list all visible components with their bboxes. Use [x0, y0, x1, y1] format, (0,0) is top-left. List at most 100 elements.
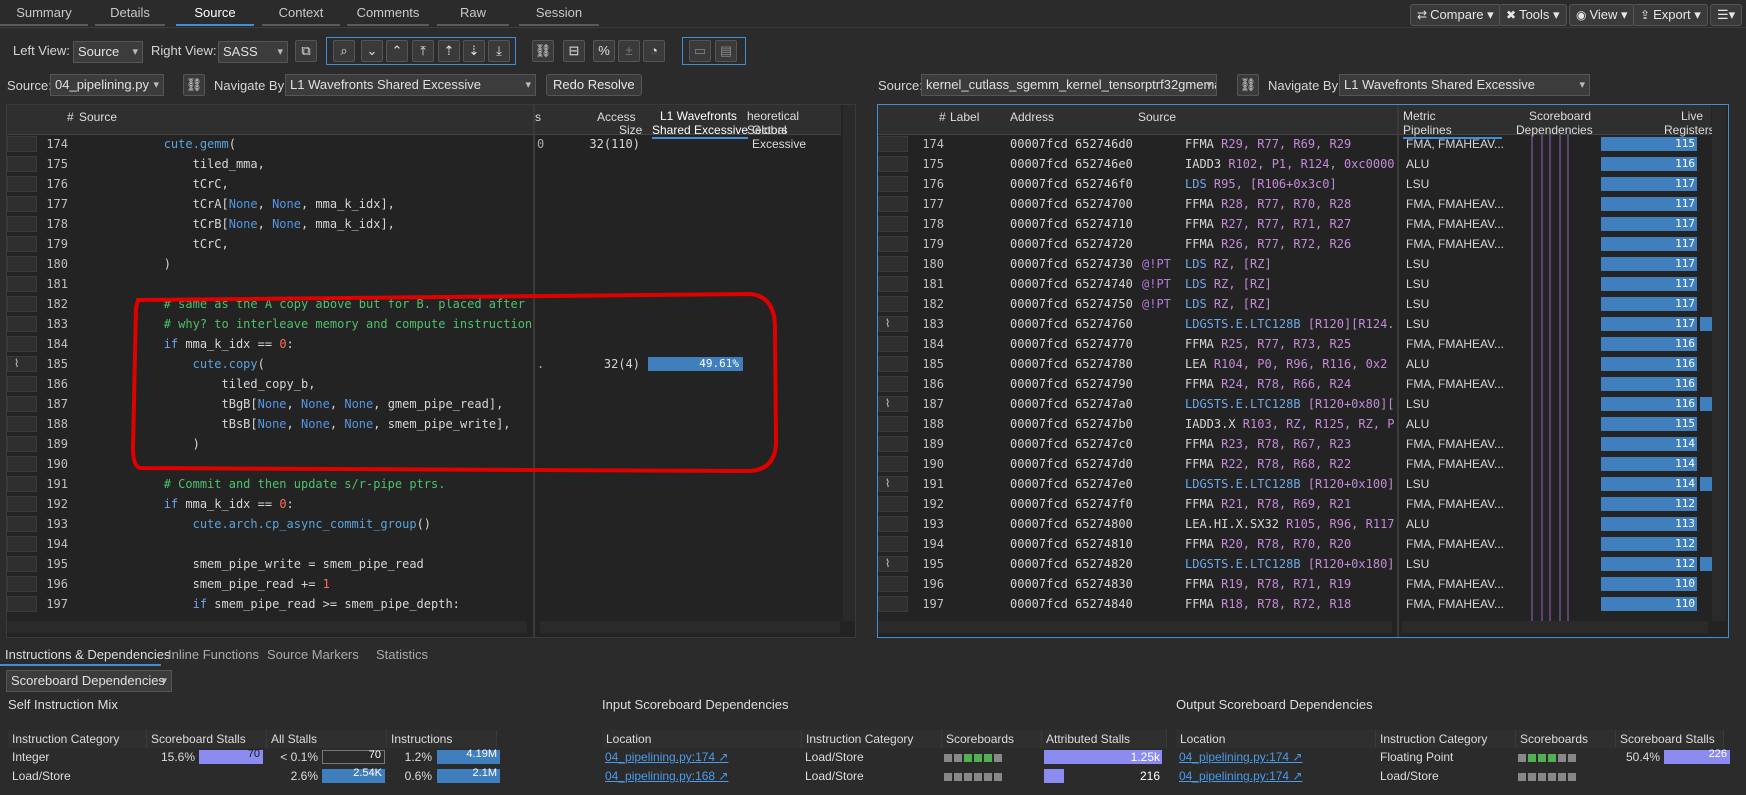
tab-inline-functions[interactable]: Inline Functions	[168, 646, 259, 664]
sass-line[interactable]: 177 00007fcd 65274700 FFMA R28, R77, R70, …	[878, 195, 1712, 213]
gutter-cell[interactable]	[7, 376, 37, 392]
gutter-cell[interactable]	[7, 336, 37, 352]
sass-line[interactable]: 178 00007fcd 65274710 FFMA R27, R77, R71, …	[878, 215, 1712, 233]
gutter-cell[interactable]	[878, 236, 908, 252]
right-navigate-select[interactable]: L1 Wavefronts Shared Excessive	[1339, 74, 1590, 96]
gutter-cell[interactable]	[7, 516, 37, 532]
gutter-cell[interactable]	[878, 356, 908, 372]
table-header[interactable]: Scoreboards	[1516, 730, 1616, 748]
chart-icon[interactable]: ⌇	[885, 475, 890, 493]
sass-line[interactable]: 188 00007fcd 652747b0 IADD3.X R103, RZ, R1…	[878, 415, 1712, 433]
gutter-cell[interactable]: ⌇	[878, 476, 908, 492]
gutter-cell[interactable]	[878, 536, 908, 552]
gutter-cell[interactable]	[7, 136, 37, 152]
source-line[interactable]: 178 tCrB[None, None, mma_k_idx],	[7, 215, 843, 233]
right-view-select[interactable]: SASS	[218, 41, 288, 63]
source-line[interactable]: 176 tCrC,	[7, 175, 843, 193]
search-icon[interactable]: ⌕	[333, 40, 355, 62]
tab-raw[interactable]: Raw	[437, 0, 509, 26]
view-button[interactable]: ◉ View ▾	[1569, 4, 1635, 26]
gutter-cell[interactable]	[878, 136, 908, 152]
horizontal-scrollbar-metrics[interactable]	[1402, 621, 1708, 633]
source-line[interactable]: 179 tCrC,	[7, 235, 843, 253]
sass-line[interactable]: 180 00007fcd 65274730 @!PT LDS RZ, [RZ] LSU 1…	[878, 255, 1712, 273]
gutter-cell[interactable]	[7, 296, 37, 312]
chart-icon[interactable]: ⌇	[14, 355, 19, 373]
location-link[interactable]: 04_pipelining.py:168 ↗	[605, 767, 795, 785]
sass-line[interactable]: 186 00007fcd 65274790 FFMA R24, R78, R66, …	[878, 375, 1712, 393]
sass-line[interactable]: 175 00007fcd 652746e0 IADD3 R102, P1, R124…	[878, 155, 1712, 173]
gutter-cell[interactable]	[7, 476, 37, 492]
gutter-cell[interactable]	[7, 256, 37, 272]
gutter-cell[interactable]	[7, 456, 37, 472]
gutter-cell[interactable]	[7, 496, 37, 512]
menu-button[interactable]: ☰▾	[1710, 4, 1743, 26]
source-line[interactable]: 177 tCrA[None, None, mma_k_idx],	[7, 195, 843, 213]
tab-comments[interactable]: Comments	[347, 0, 429, 26]
location-link[interactable]: 04_pipelining.py:174 ↗	[605, 748, 795, 766]
pie-icon[interactable]: ◔	[643, 40, 665, 62]
sass-line[interactable]: ⌇ 183 00007fcd 65274760 LDGSTS.E.LTC128B [R…	[878, 315, 1712, 333]
gutter-cell[interactable]	[878, 156, 908, 172]
source-line[interactable]: 196 smem_pipe_read += 1	[7, 575, 843, 593]
gutter-cell[interactable]	[878, 596, 908, 612]
sass-line[interactable]: ⌇ 187 00007fcd 652747a0 LDGSTS.E.LTC128B [R…	[878, 395, 1712, 413]
sass-line[interactable]: 196 00007fcd 65274830 FFMA R19, R78, R71, …	[878, 575, 1712, 593]
gutter-cell[interactable]	[7, 156, 37, 172]
gutter-cell[interactable]	[7, 416, 37, 432]
gutter-cell[interactable]	[7, 176, 37, 192]
gutter-cell[interactable]	[7, 576, 37, 592]
sass-line[interactable]: 179 00007fcd 65274720 FFMA R26, R77, R72, …	[878, 235, 1712, 253]
source-line[interactable]: 192 if mma_k_idx == 0:	[7, 495, 843, 513]
gutter-cell[interactable]	[878, 456, 908, 472]
table-header[interactable]: Location	[602, 730, 802, 748]
gutter-cell[interactable]	[7, 316, 37, 332]
tab-source[interactable]: Source	[176, 0, 254, 26]
tools-button[interactable]: ✖ Tools ▾	[1499, 4, 1567, 26]
gutter-cell[interactable]	[7, 236, 37, 252]
sass-line[interactable]: 181 00007fcd 65274740 @!PT LDS RZ, [RZ] LSU 1…	[878, 275, 1712, 293]
sass-line[interactable]: 197 00007fcd 65274840 FFMA R18, R78, R72, …	[878, 595, 1712, 613]
gutter-cell[interactable]: ⌇	[878, 316, 908, 332]
col-access-header[interactable]: Access	[597, 110, 636, 124]
link-icon[interactable]: ⛓	[1237, 74, 1259, 96]
layout-stack-icon[interactable]: ▤	[715, 40, 737, 62]
chart-icon[interactable]: ⌇	[885, 315, 890, 333]
source-line[interactable]: 194	[7, 535, 843, 553]
col-live-header[interactable]: Live	[1681, 109, 1703, 123]
sort-up-icon[interactable]: ⇡	[438, 40, 460, 62]
gutter-cell[interactable]	[878, 216, 908, 232]
gutter-cell[interactable]	[7, 556, 37, 572]
col-num-header[interactable]: #	[67, 110, 74, 124]
col-label-header[interactable]: Label	[950, 110, 979, 124]
col-source-header[interactable]: Source	[1138, 110, 1176, 124]
col-l1-header[interactable]: L1 Wavefronts	[660, 109, 737, 123]
tab-instructions-dependencies[interactable]: Instructions & Dependencies	[5, 646, 170, 664]
gutter-cell[interactable]	[7, 596, 37, 612]
link-icon[interactable]: ⛓	[532, 40, 554, 62]
sass-line[interactable]: 193 00007fcd 65274800 LEA.HI.X.SX32 R105, …	[878, 515, 1712, 533]
gutter-cell[interactable]	[878, 376, 908, 392]
gutter-cell[interactable]	[878, 576, 908, 592]
table-header[interactable]: Instruction Category	[802, 730, 942, 748]
col-num-header[interactable]: #	[939, 110, 946, 124]
chevron-up-icon[interactable]: ⌃	[386, 40, 408, 62]
horizontal-scrollbar[interactable]	[878, 621, 1392, 633]
table-header[interactable]: Instruction Category	[1376, 730, 1516, 748]
link-icon[interactable]: ⛓	[183, 74, 205, 96]
tab-details[interactable]: Details	[95, 0, 165, 26]
tab-session[interactable]: Session	[519, 0, 599, 26]
sass-line[interactable]: 176 00007fcd 652746f0 LDS R95, [R106+0x3c0…	[878, 175, 1712, 193]
export-button[interactable]: ⇪ Export ▾	[1633, 4, 1708, 26]
sass-line[interactable]: ⌇ 195 00007fcd 65274820 LDGSTS.E.LTC128B [R…	[878, 555, 1712, 573]
plus-icon[interactable]: ±	[618, 40, 640, 62]
gutter-cell[interactable]	[878, 256, 908, 272]
left-source-select[interactable]: 04_pipelining.py	[50, 74, 164, 96]
chart-icon[interactable]: ⌇	[885, 555, 890, 573]
horizontal-scrollbar-metrics[interactable]	[540, 621, 840, 633]
sass-line[interactable]: 192 00007fcd 652747f0 FFMA R21, R78, R69, …	[878, 495, 1712, 513]
table-header[interactable]: Scoreboard Stalls	[147, 730, 267, 748]
col-address-header[interactable]: Address	[1010, 110, 1054, 124]
table-header[interactable]: Location	[1176, 730, 1376, 748]
sort-down-icon[interactable]: ⇣	[463, 40, 485, 62]
